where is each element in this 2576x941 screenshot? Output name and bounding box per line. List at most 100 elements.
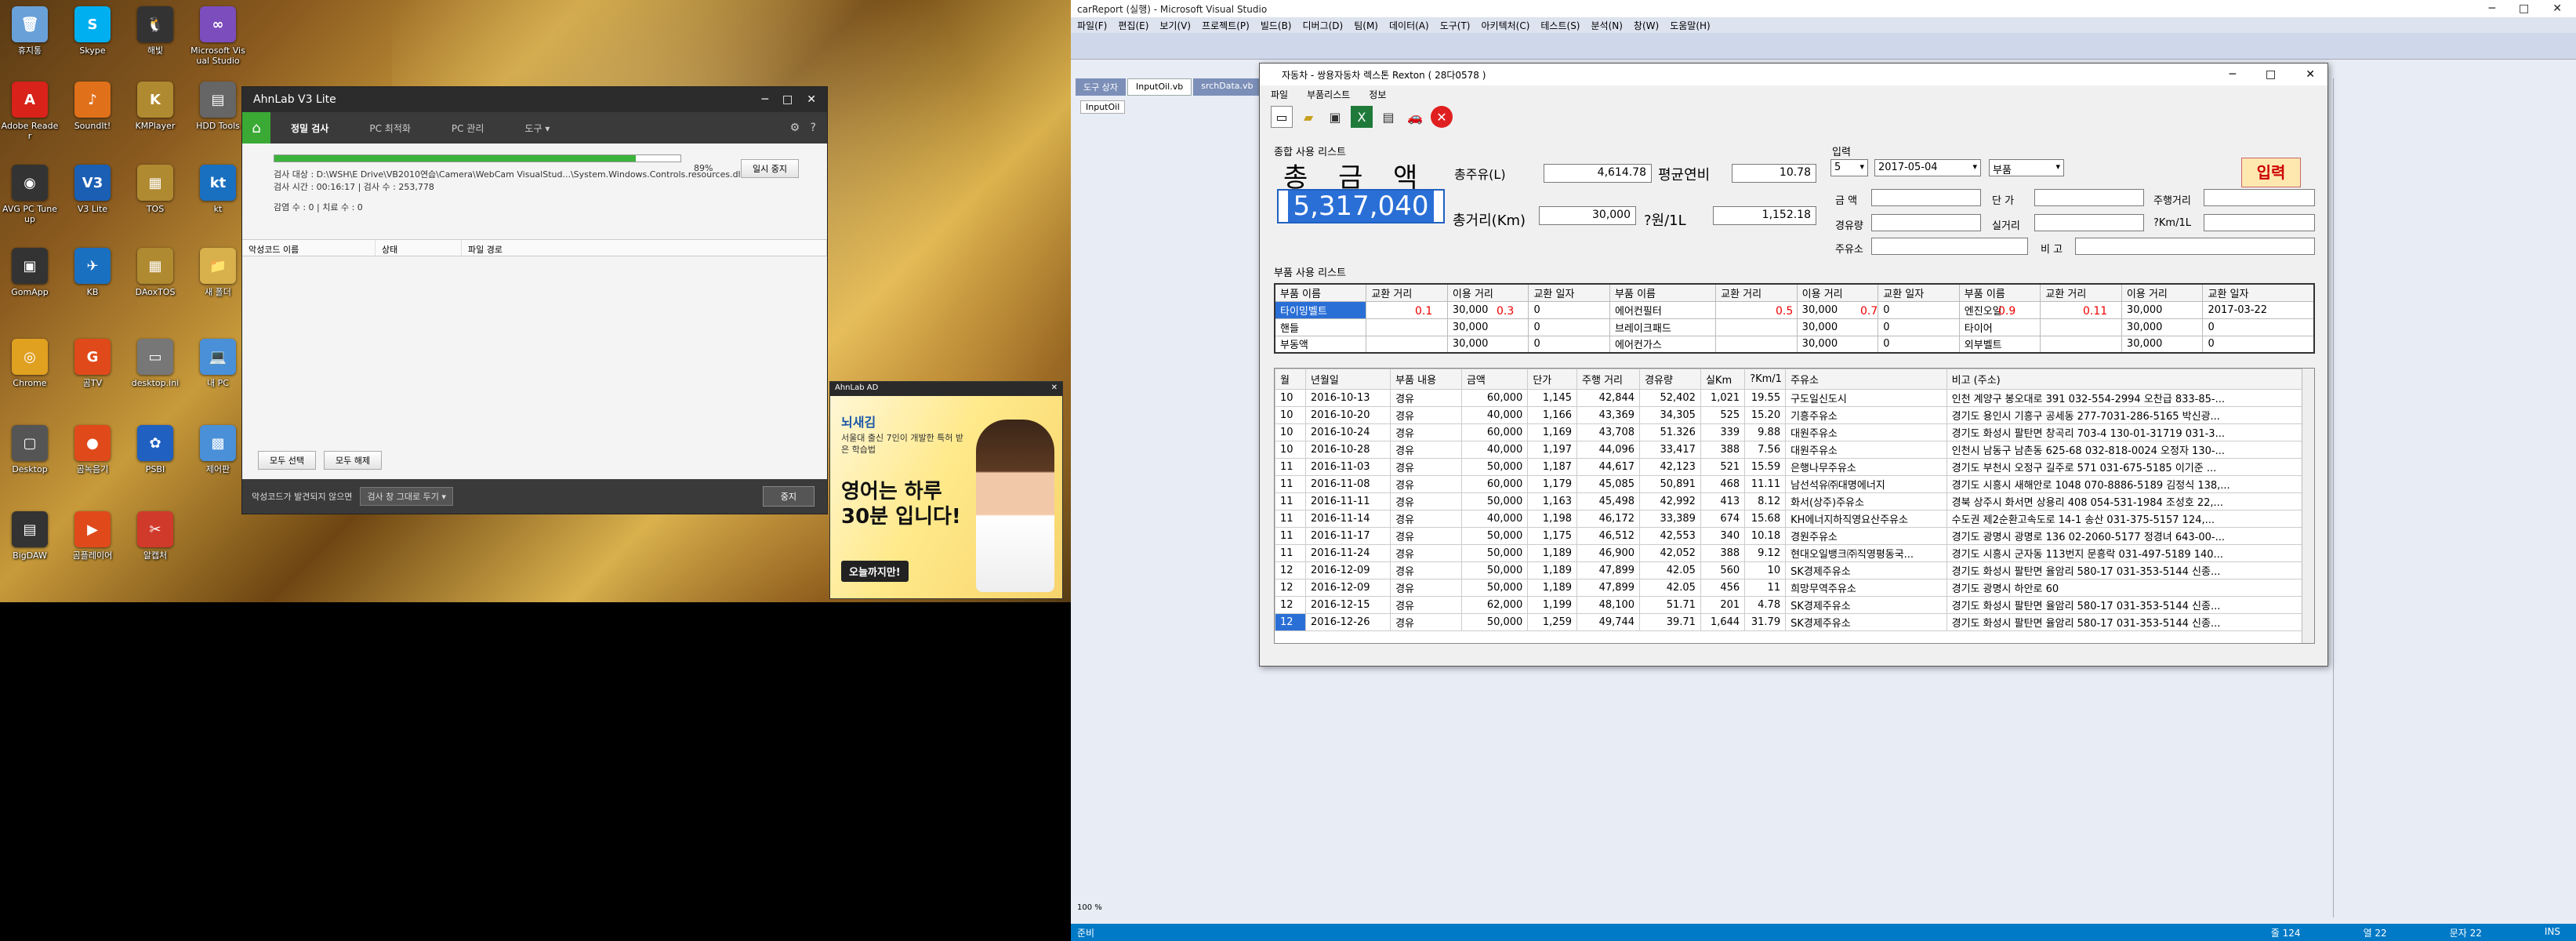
desktop-icon[interactable]: ▶ 곰플레이어 <box>63 511 122 561</box>
parts-cell[interactable]: 타이밍벨트 <box>1274 300 1367 319</box>
log-row[interactable]: 10 2016-10-13 경유 60,000 1,145 42,844 52,402 1,0… <box>1275 389 2304 407</box>
drive-distance-input[interactable] <box>2204 189 2315 206</box>
log-cell[interactable]: 4.78 <box>1744 596 1787 614</box>
kml-input[interactable] <box>2204 214 2315 231</box>
vs-menu-item[interactable]: 데이터(A) <box>1389 19 1429 32</box>
fuel-amount-input[interactable] <box>1871 214 1981 231</box>
log-cell[interactable]: 경유 <box>1390 475 1462 493</box>
deselect-all-button[interactable]: 모두 해제 <box>323 451 382 470</box>
desktop-icon[interactable]: A Adobe Reader <box>0 82 60 141</box>
log-cell[interactable]: 경유 <box>1390 561 1462 579</box>
note-input[interactable] <box>2075 238 2315 255</box>
log-cell[interactable]: 1,198 <box>1527 510 1578 528</box>
parts-cell[interactable]: 0 <box>1528 318 1611 336</box>
log-cell[interactable]: 경유 <box>1390 423 1462 441</box>
log-cell[interactable]: 경기도 화성시 팔탄면 율암리 580-17 031-353-5144 신종..… <box>1946 613 2304 631</box>
log-cell[interactable]: 413 <box>1700 492 1746 510</box>
log-cell[interactable]: 경원주유소 <box>1785 527 1947 545</box>
log-cell[interactable]: 45,498 <box>1576 492 1641 510</box>
desktop-icon[interactable]: ∞ Microsoft Visual Studio <box>188 6 248 66</box>
desktop-icon[interactable]: ● 곰녹음기 <box>63 425 122 474</box>
log-cell[interactable]: 인천 계양구 봉오대로 391 032-554-2994 오찬급 833-85-… <box>1946 389 2304 407</box>
log-cell[interactable]: 11 <box>1275 527 1306 545</box>
log-cell[interactable]: 2016-10-20 <box>1304 406 1391 424</box>
excel-icon[interactable]: X <box>1351 106 1373 128</box>
log-row[interactable]: 11 2016-11-14 경유 40,000 1,198 46,172 33,389 674… <box>1275 510 2304 528</box>
log-cell[interactable]: 2016-11-14 <box>1304 510 1391 528</box>
log-cell[interactable]: 388 <box>1700 441 1746 459</box>
desktop-icon[interactable]: ✂ 알캡처 <box>125 511 185 561</box>
log-cell[interactable]: 1,179 <box>1527 475 1578 493</box>
avg-efficiency-field[interactable]: 10.78 <box>1732 164 1816 183</box>
log-cell[interactable]: 42,553 <box>1639 527 1701 545</box>
log-cell[interactable]: 대원주유소 <box>1785 441 1947 459</box>
log-cell[interactable]: 경유 <box>1390 596 1462 614</box>
desktop-icon[interactable]: K KMPlayer <box>125 82 185 131</box>
log-cell[interactable]: 43,369 <box>1576 406 1641 424</box>
desktop-icon[interactable]: G 곰TV <box>63 339 122 388</box>
vs-close-icon[interactable]: ✕ <box>2552 2 2562 15</box>
log-cell[interactable]: 경기도 시흥시 새해안로 1048 070-8886-5189 김정식 138,… <box>1946 475 2304 493</box>
tab-scan[interactable]: 정밀 검사 <box>270 122 349 135</box>
log-cell[interactable]: 경유 <box>1390 544 1462 562</box>
parts-cell[interactable] <box>2040 300 2122 319</box>
stop-button[interactable]: 중지 <box>762 486 815 507</box>
real-distance-input[interactable] <box>2034 214 2144 231</box>
parts-cell[interactable] <box>1366 318 1448 336</box>
log-cell[interactable]: 11 <box>1275 510 1306 528</box>
car-minimize-icon[interactable]: ─ <box>2230 68 2236 81</box>
log-cell[interactable]: 34,305 <box>1639 406 1701 424</box>
parts-cell[interactable]: 에어컨가스 <box>1609 335 1717 354</box>
log-cell[interactable]: 경유 <box>1390 613 1462 631</box>
kind-select[interactable]: 부품 <box>1989 159 2064 176</box>
log-cell[interactable]: 40,000 <box>1460 510 1529 528</box>
log-cell[interactable]: 40,000 <box>1460 441 1529 459</box>
log-cell[interactable]: 화서(상주)주유소 <box>1785 492 1947 510</box>
log-cell[interactable]: 2016-12-15 <box>1304 596 1391 614</box>
desktop-icon[interactable]: 🐧 해빛 <box>125 6 185 56</box>
parts-cell[interactable]: 30,000 <box>2121 300 2204 319</box>
log-cell[interactable]: 340 <box>1700 527 1746 545</box>
log-cell[interactable]: 10 <box>1275 406 1306 424</box>
vs-menu-item[interactable]: 프로젝트(P) <box>1202 19 1250 32</box>
exit-icon[interactable]: ✕ <box>1431 106 1453 128</box>
log-cell[interactable]: 468 <box>1700 475 1746 493</box>
log-cell[interactable]: 2016-10-24 <box>1304 423 1391 441</box>
log-scrollbar[interactable] <box>2302 369 2314 643</box>
parts-cell[interactable]: 30,000 <box>1796 318 1879 336</box>
log-cell[interactable]: 11 <box>1744 579 1787 597</box>
log-cell[interactable]: 33,389 <box>1639 510 1701 528</box>
log-cell[interactable]: 31.79 <box>1744 613 1787 631</box>
log-cell[interactable]: 1,175 <box>1527 527 1578 545</box>
menu-partslist[interactable]: 부품리스트 <box>1307 88 1350 101</box>
log-cell[interactable]: 42,052 <box>1639 544 1701 562</box>
log-row[interactable]: 10 2016-10-24 경유 60,000 1,169 43,708 51.326 339… <box>1275 423 2304 441</box>
vs-menu-item[interactable]: 테스트(S) <box>1540 19 1580 32</box>
log-cell[interactable]: 1,197 <box>1527 441 1578 459</box>
parts-cell[interactable]: 0 <box>1528 335 1611 354</box>
log-cell[interactable]: 2016-10-13 <box>1304 389 1391 407</box>
log-cell[interactable]: 1,166 <box>1527 406 1578 424</box>
car-maximize-icon[interactable]: □ <box>2266 68 2276 81</box>
log-cell[interactable]: 1,259 <box>1527 613 1578 631</box>
log-row[interactable]: 12 2016-12-15 경유 62,000 1,199 48,100 51.71 201 4… <box>1275 596 2304 614</box>
desktop-icon[interactable]: ✿ PSBI <box>125 425 185 474</box>
log-row[interactable]: 12 2016-12-09 경유 50,000 1,189 47,899 42.05 560 1… <box>1275 561 2304 579</box>
log-cell[interactable]: 47,899 <box>1576 579 1641 597</box>
log-cell[interactable]: 경기도 광명시 하안로 60 <box>1946 579 2304 597</box>
log-cell[interactable]: 경기도 화성시 팔탄면 율암리 580-17 031-353-5144 신종..… <box>1946 596 2304 614</box>
log-cell[interactable]: 42,844 <box>1576 389 1641 407</box>
log-cell[interactable]: 47,899 <box>1576 561 1641 579</box>
log-cell[interactable]: 11 <box>1275 475 1306 493</box>
log-cell[interactable]: 12 <box>1275 579 1306 597</box>
desktop-icon[interactable]: kt kt <box>188 165 248 214</box>
log-cell[interactable]: 경기도 용인시 기흥구 공세동 277-7031-286-5165 박신광... <box>1946 406 2304 424</box>
won-per-liter-field[interactable]: 1,152.18 <box>1713 206 1816 225</box>
parts-cell[interactable]: 0 <box>1528 300 1611 319</box>
log-cell[interactable]: 은행나무주유소 <box>1785 458 1947 476</box>
log-cell[interactable]: 경유 <box>1390 406 1462 424</box>
menu-file[interactable]: 파일 <box>1271 88 1288 101</box>
log-cell[interactable]: 11 <box>1275 458 1306 476</box>
log-cell[interactable]: 456 <box>1700 579 1746 597</box>
parts-row[interactable]: 부동액 30,000 0 에어컨가스 30,000 0 외부벨트 30,000 0 <box>1274 335 2315 354</box>
